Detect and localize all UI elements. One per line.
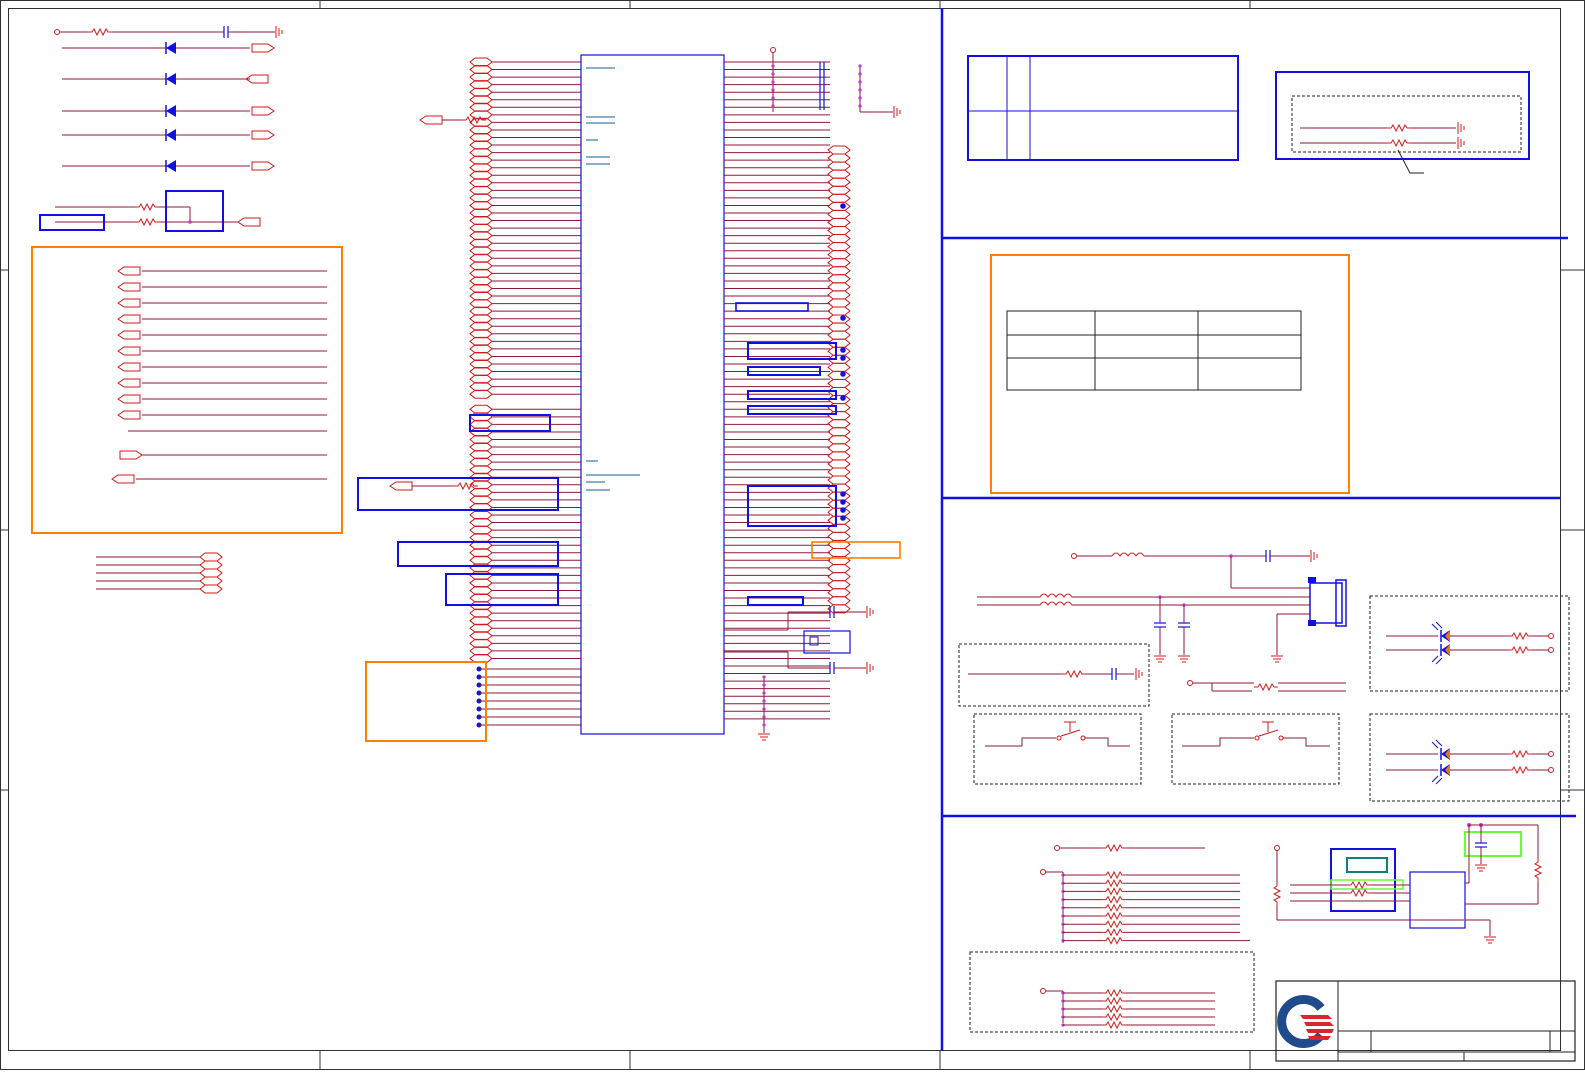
company-logo <box>1277 995 1334 1048</box>
ic-left-boxes <box>357 302 901 742</box>
push-button-left <box>973 713 1142 785</box>
led-group-top <box>1369 595 1570 692</box>
eeprom-circuit <box>1273 823 1542 944</box>
left-bus-ports <box>96 552 223 594</box>
ic-ground-bus <box>757 675 771 741</box>
schematic-sheet <box>0 0 1585 1070</box>
title-block <box>1275 980 1576 1062</box>
top-right-resistor-box <box>1275 71 1530 174</box>
led-group-bottom <box>1369 713 1570 802</box>
push-button-right <box>1171 713 1340 785</box>
connector-section <box>958 549 1347 707</box>
top-left-circuits <box>39 25 283 232</box>
ic-left-extras <box>389 115 487 491</box>
optional-pullup-array <box>969 951 1255 1033</box>
ic-internal-bars <box>586 67 640 491</box>
pullup-array <box>1040 844 1250 945</box>
left-note-block <box>31 246 343 534</box>
main-ic <box>469 54 851 735</box>
section-dividers <box>940 8 1576 1051</box>
crystal <box>724 605 874 675</box>
config-table <box>990 254 1350 494</box>
revision-table <box>967 55 1239 161</box>
